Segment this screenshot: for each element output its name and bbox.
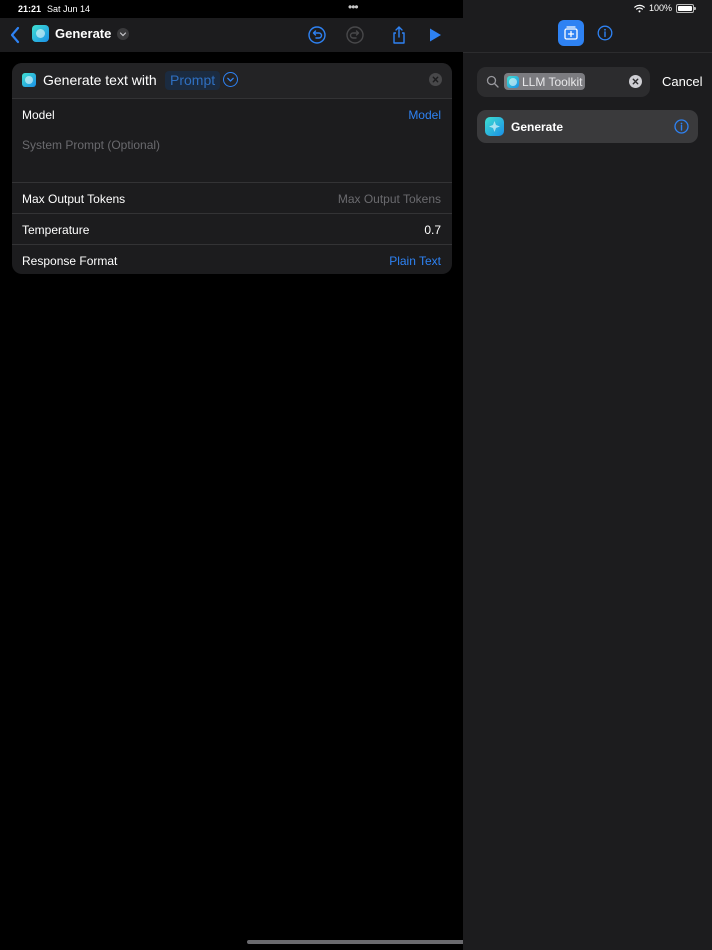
response-format-row[interactable]: Response Format Plain Text bbox=[12, 244, 452, 274]
response-format-label: Response Format bbox=[22, 254, 118, 268]
action-header: Generate text with Prompt bbox=[12, 63, 452, 98]
editor-pane: Generate Generate text with Prompt Model… bbox=[0, 0, 463, 950]
status-datetime: 21:21 Sat Jun 14 bbox=[18, 4, 90, 14]
status-time: 21:21 bbox=[18, 4, 42, 14]
battery-icon bbox=[676, 3, 696, 13]
chevron-down-icon bbox=[227, 77, 234, 82]
llm-toolkit-app-icon bbox=[507, 75, 519, 88]
share-icon bbox=[393, 26, 405, 44]
max-output-tokens-row[interactable]: Max Output Tokens Max Output Tokens bbox=[12, 182, 452, 213]
search-scope-label: LLM Toolkit bbox=[522, 74, 583, 89]
close-icon bbox=[632, 78, 639, 85]
response-format-value[interactable]: Plain Text bbox=[389, 254, 441, 268]
model-value[interactable]: Model bbox=[408, 108, 441, 122]
temperature-label: Temperature bbox=[22, 223, 90, 237]
remove-action-button[interactable] bbox=[429, 73, 442, 86]
library-toolbar bbox=[558, 20, 618, 46]
action-result-generate[interactable]: Generate bbox=[477, 110, 698, 143]
action-summary-text: Generate text with bbox=[43, 72, 157, 88]
cancel-button[interactable]: Cancel bbox=[662, 74, 702, 89]
run-button[interactable] bbox=[425, 25, 445, 45]
wifi-icon bbox=[634, 4, 645, 12]
title-chevron-button[interactable] bbox=[117, 27, 130, 40]
close-icon bbox=[432, 76, 439, 83]
add-action-icon bbox=[564, 26, 578, 40]
details-tab[interactable] bbox=[592, 20, 618, 46]
action-library-tab[interactable] bbox=[558, 20, 584, 46]
system-prompt-placeholder: System Prompt (Optional) bbox=[22, 138, 161, 152]
max-output-tokens-label: Max Output Tokens bbox=[22, 192, 126, 206]
status-bar: 21:21 Sat Jun 14 ••• 100% bbox=[0, 0, 712, 18]
redo-button[interactable] bbox=[345, 25, 365, 45]
model-label: Model bbox=[22, 108, 55, 122]
search-icon bbox=[486, 75, 499, 88]
clear-search-button[interactable] bbox=[629, 75, 642, 88]
status-indicators: 100% bbox=[634, 3, 696, 13]
shortcut-title: Generate bbox=[55, 26, 112, 41]
sparkle-icon bbox=[489, 121, 500, 132]
share-button[interactable] bbox=[389, 25, 409, 45]
temperature-input[interactable]: 0.7 bbox=[424, 223, 441, 237]
action-search-field[interactable]: LLM Toolkit bbox=[477, 67, 650, 97]
redo-icon bbox=[346, 26, 364, 44]
chevron-down-icon bbox=[120, 31, 127, 36]
expand-action-button[interactable] bbox=[223, 72, 238, 87]
llm-toolkit-app-icon bbox=[485, 117, 504, 136]
multitasking-dots[interactable]: ••• bbox=[348, 1, 359, 13]
back-button[interactable] bbox=[6, 24, 26, 46]
search-scope-token[interactable]: LLM Toolkit bbox=[504, 73, 586, 90]
model-row[interactable]: Model Model bbox=[12, 98, 452, 128]
action-result-label: Generate bbox=[511, 120, 564, 134]
play-icon bbox=[430, 28, 441, 42]
battery-percentage: 100% bbox=[648, 3, 672, 13]
temperature-row[interactable]: Temperature 0.7 bbox=[12, 213, 452, 244]
max-output-tokens-input[interactable]: Max Output Tokens bbox=[338, 192, 441, 206]
prompt-parameter-token[interactable]: Prompt bbox=[165, 71, 221, 90]
generate-action-card: Generate text with Prompt Model Model Sy… bbox=[12, 63, 452, 274]
back-chevron-icon bbox=[10, 26, 20, 44]
status-date: Sat Jun 14 bbox=[47, 4, 91, 14]
library-divider bbox=[463, 52, 712, 53]
home-indicator[interactable] bbox=[247, 940, 463, 944]
llm-toolkit-app-icon bbox=[32, 25, 49, 42]
battery-level bbox=[678, 5, 692, 11]
editor-toolbar: Generate bbox=[0, 18, 463, 52]
shortcut-title-menu[interactable]: Generate bbox=[32, 25, 130, 42]
undo-button[interactable] bbox=[307, 25, 327, 45]
action-library-pane: LLM Toolkit Cancel Generate bbox=[463, 0, 712, 950]
info-icon[interactable] bbox=[674, 119, 689, 134]
llm-toolkit-app-icon bbox=[22, 73, 36, 87]
undo-icon bbox=[308, 26, 326, 44]
info-icon bbox=[597, 25, 613, 41]
system-prompt-field[interactable]: System Prompt (Optional) bbox=[12, 128, 452, 182]
